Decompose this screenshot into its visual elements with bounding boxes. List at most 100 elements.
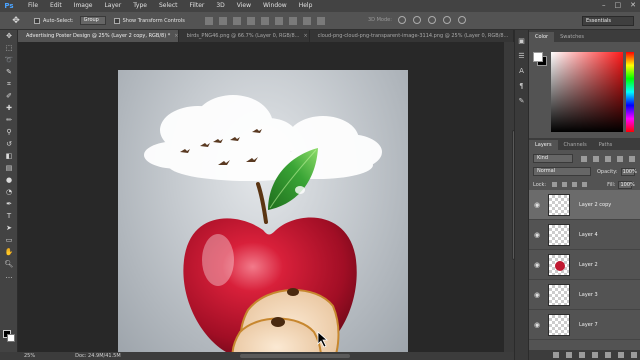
lock-all-icon[interactable] <box>582 182 588 187</box>
gradient-icon[interactable]: ▤ <box>2 163 16 174</box>
eyedropper-icon[interactable]: ✐ <box>2 91 16 102</box>
auto-select-checkbox[interactable] <box>34 17 40 24</box>
tab-layers[interactable]: Layers <box>529 140 558 150</box>
distribute-top-icon[interactable] <box>288 16 297 25</box>
menu-type[interactable]: Type <box>127 0 153 12</box>
opacity-input[interactable]: 100% <box>620 167 637 176</box>
align-center-icon[interactable] <box>260 16 269 25</box>
tab-birds[interactable]: birds_PNG46.png @ 66.7% (Layer 0, RGB/8.… <box>179 30 310 42</box>
layer-filter-kind[interactable]: Kind <box>533 154 573 163</box>
add-mask-icon[interactable] <box>579 352 585 358</box>
maximize-icon[interactable]: □ <box>615 1 622 9</box>
healing-brush-icon[interactable]: ✚ <box>2 103 16 114</box>
brush-icon[interactable]: ✏ <box>2 115 16 126</box>
menu-select[interactable]: Select <box>153 0 184 12</box>
3d-scale-icon[interactable] <box>458 16 466 24</box>
zoom-level[interactable]: 25% <box>24 353 35 359</box>
menu-edit[interactable]: Edit <box>44 0 68 12</box>
more-tools-icon[interactable]: … <box>2 271 16 282</box>
vertical-scrollbar[interactable] <box>504 42 518 352</box>
pen-icon[interactable]: ✒ <box>2 199 16 210</box>
lock-transparent-icon[interactable] <box>552 182 558 187</box>
move-icon[interactable]: ✥ <box>2 31 16 42</box>
adjustment-filter-icon[interactable] <box>593 155 599 162</box>
align-middle-icon[interactable] <box>218 16 227 25</box>
lock-pixels-icon[interactable] <box>562 182 568 187</box>
link-layers-icon[interactable] <box>553 352 559 358</box>
new-group-icon[interactable] <box>605 352 611 358</box>
adjustment-layer-icon[interactable] <box>592 352 598 358</box>
menu-3d[interactable]: 3D <box>210 0 230 12</box>
blur-icon[interactable]: ● <box>2 175 16 186</box>
visibility-eye-icon[interactable]: ◉ <box>532 261 542 269</box>
menu-help[interactable]: Help <box>293 0 319 12</box>
minimize-icon[interactable]: – <box>602 1 606 9</box>
paragraph-panel-icon[interactable]: ¶ <box>518 82 526 90</box>
tab-channels[interactable]: Channels <box>558 140 593 150</box>
tab-advertising-poster[interactable]: Advertising Poster Design @ 25% (Layer 2… <box>18 30 179 42</box>
shape-icon[interactable]: ▭ <box>2 235 16 246</box>
distribute-middle-icon[interactable] <box>302 16 311 25</box>
crop-icon[interactable]: ⌗ <box>2 79 16 90</box>
align-top-icon[interactable] <box>204 16 213 25</box>
clone-stamp-icon[interactable]: ⚲ <box>2 127 16 138</box>
delete-layer-icon[interactable] <box>631 352 637 358</box>
shape-filter-icon[interactable] <box>617 155 623 162</box>
fill-input[interactable]: 100% <box>618 180 635 189</box>
hue-slider[interactable] <box>626 52 634 132</box>
menu-layer[interactable]: Layer <box>98 0 127 12</box>
3d-pan-icon[interactable] <box>428 16 436 24</box>
distribute-bottom-icon[interactable] <box>316 16 325 25</box>
visibility-eye-icon[interactable]: ◉ <box>532 321 542 329</box>
tab-paths[interactable]: Paths <box>593 140 619 150</box>
history-panel-icon[interactable]: ▣ <box>518 37 526 45</box>
3d-slide-icon[interactable] <box>443 16 451 24</box>
align-bottom-icon[interactable] <box>232 16 241 25</box>
layer-row[interactable]: ◉ Layer 2 <box>529 250 640 280</box>
menu-file[interactable]: File <box>22 0 44 12</box>
3d-rotate-icon[interactable] <box>398 16 406 24</box>
close-icon[interactable]: ✕ <box>630 1 636 9</box>
tab-color[interactable]: Color <box>529 32 555 42</box>
blend-mode-select[interactable]: Normal <box>533 167 591 176</box>
smart-object-filter-icon[interactable] <box>629 155 635 162</box>
eraser-icon[interactable]: ◧ <box>2 151 16 162</box>
dodge-icon[interactable]: ◔ <box>2 187 16 198</box>
layer-row[interactable]: ◉ Layer 3 <box>529 280 640 310</box>
layer-style-icon[interactable] <box>566 352 572 358</box>
menu-window[interactable]: Window <box>257 0 293 12</box>
hand-icon[interactable]: ✋ <box>2 247 16 258</box>
layer-row[interactable]: ◉ Layer 7 <box>529 310 640 340</box>
align-right-icon[interactable] <box>274 16 283 25</box>
tab-swatches[interactable]: Swatches <box>554 32 590 42</box>
path-select-icon[interactable]: ➤ <box>2 223 16 234</box>
canvas-area[interactable] <box>18 42 504 352</box>
layer-row[interactable]: ◉ Layer 4 <box>529 220 640 250</box>
properties-panel-icon[interactable]: ☰ <box>518 52 526 60</box>
marquee-icon[interactable]: ⬚ <box>2 43 16 54</box>
tab-cloud[interactable]: cloud-png-cloud-png-transparent-image-31… <box>310 30 514 42</box>
3d-roll-icon[interactable] <box>413 16 421 24</box>
character-panel-icon[interactable]: A <box>518 67 526 75</box>
menu-filter[interactable]: Filter <box>184 0 211 12</box>
background-color-swatch[interactable] <box>7 334 15 342</box>
close-tab-icon[interactable]: × <box>303 33 307 39</box>
history-brush-icon[interactable]: ↺ <box>2 139 16 150</box>
menu-view[interactable]: View <box>231 0 257 12</box>
workspace-select[interactable]: Essentials <box>582 16 634 26</box>
zoom-icon[interactable]: 🔍︎ <box>2 259 16 270</box>
lasso-icon[interactable]: ➰ <box>2 55 16 66</box>
visibility-eye-icon[interactable]: ◉ <box>532 231 542 239</box>
color-field[interactable] <box>551 52 623 132</box>
type-icon[interactable]: T <box>2 211 16 222</box>
lock-position-icon[interactable] <box>572 182 578 187</box>
color-panel-foreground-swatch[interactable] <box>533 52 543 62</box>
pixel-filter-icon[interactable] <box>581 155 587 162</box>
move-tool-icon[interactable]: ✥ <box>6 14 26 28</box>
align-left-icon[interactable] <box>246 16 255 25</box>
transform-controls-checkbox[interactable] <box>113 17 120 24</box>
menu-image[interactable]: Image <box>68 0 99 12</box>
horizontal-scrollbar[interactable] <box>240 354 350 358</box>
layer-row[interactable]: ◉ Layer 2 copy <box>529 190 640 220</box>
quick-select-icon[interactable]: ✎ <box>2 67 16 78</box>
